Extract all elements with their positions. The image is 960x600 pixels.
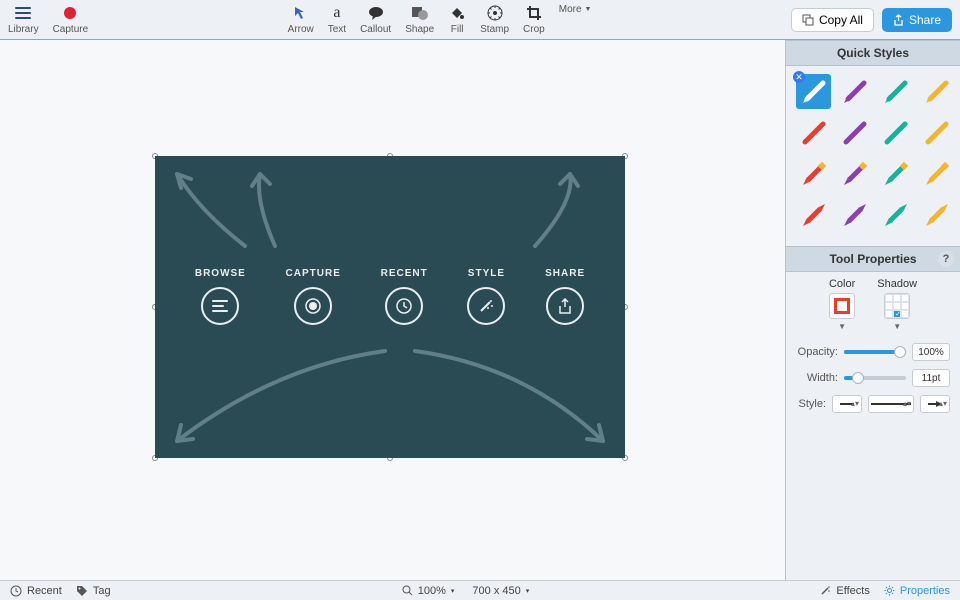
crop-tool[interactable]: Crop [523,4,545,35]
stamp-tool-icon [486,4,504,22]
quick-style-swatch[interactable] [837,115,872,150]
arrow-tool[interactable]: Arrow [288,4,314,35]
text-tool[interactable]: a Text [328,4,346,35]
quick-style-swatch[interactable] [878,156,913,191]
share-icon [893,14,904,26]
close-icon[interactable]: ✕ [793,71,805,83]
quick-style-swatch[interactable] [837,74,872,109]
tag-icon [76,585,88,597]
shadow-position-picker[interactable] [884,293,910,319]
stamp-tool[interactable]: Stamp [480,4,509,35]
opacity-label: Opacity: [796,346,838,358]
shadow-label: Shadow [877,278,917,290]
wand-icon [820,585,831,596]
feature-style: STYLE [467,268,505,325]
record-icon [61,4,79,22]
quick-style-swatch[interactable] [878,115,913,150]
quick-style-swatch[interactable] [919,74,954,109]
color-label: Color [829,278,855,290]
status-bar: Recent Tag 100%▾ 700 x 450▾ Effects Prop… [0,580,960,600]
crop-tool-icon [525,4,543,22]
chevron-down-icon: ▾ [451,587,455,595]
shape-tool-icon [411,4,429,22]
callout-tool[interactable]: Callout [360,4,391,35]
line-style-select[interactable]: ▴▾ [868,395,914,413]
line-start-select[interactable]: ▴▾ [832,395,862,413]
feature-recent: RECENT [381,268,428,325]
style-label: Style: [796,398,826,410]
quick-style-swatch[interactable] [837,197,872,232]
tool-properties-header: Tool Properties ? [786,246,960,272]
quick-styles-header: Quick Styles [786,40,960,66]
zoom-control[interactable]: 100%▾ [402,585,455,597]
clock-icon [395,297,413,315]
quick-style-swatch[interactable] [796,156,831,191]
capture-button[interactable]: Capture [53,4,89,35]
width-label: Width: [796,372,838,384]
chevron-down-icon: ▼ [838,322,846,331]
shape-tool[interactable]: Shape [405,4,434,35]
quick-style-swatch[interactable]: ✕ [796,74,831,109]
library-label: Library [8,24,39,35]
quick-style-swatch[interactable] [919,115,954,150]
canvas[interactable]: BROWSE CAPTURE RECENT STYLE [0,40,785,580]
quick-style-swatch[interactable] [796,115,831,150]
quick-style-swatch[interactable] [919,156,954,191]
text-tool-icon: a [328,4,346,22]
properties-toggle[interactable]: Properties [884,585,950,597]
callout-tool-icon [367,4,385,22]
chevron-down-icon: ▾ [526,587,530,595]
main-toolbar: Library Capture Arrow a Text Callout [0,0,960,40]
quick-style-swatch[interactable] [878,197,913,232]
quick-style-swatch[interactable] [919,197,954,232]
chevron-down-icon: ▼ [893,322,901,331]
clock-icon [10,585,22,597]
gear-icon [884,585,895,596]
feature-browse: BROWSE [195,268,246,325]
feature-share: SHARE [545,268,585,325]
library-button[interactable]: Library [8,4,39,35]
arrow-tool-icon [292,4,310,22]
chevron-down-icon: ▼ [585,6,592,13]
fill-tool-icon [448,4,466,22]
more-tools[interactable]: More▼ [559,4,592,35]
help-icon[interactable]: ? [938,251,954,267]
share-button[interactable]: Share [882,8,952,32]
opacity-value[interactable]: 100% [912,343,950,361]
color-picker[interactable] [829,293,855,319]
copy-all-button[interactable]: Copy All [791,8,874,32]
effects-toggle[interactable]: Effects [820,585,869,597]
line-end-select[interactable]: ▴▾ [920,395,950,413]
dimensions-display[interactable]: 700 x 450▾ [472,585,529,597]
quick-style-swatch[interactable] [837,156,872,191]
feature-capture: CAPTURE [286,268,341,325]
list-icon [211,299,229,313]
opacity-slider[interactable] [844,350,906,354]
width-value[interactable]: 11pt [912,369,950,387]
fill-tool[interactable]: Fill [448,4,466,35]
record-circle-icon [304,297,322,315]
canvas-image: BROWSE CAPTURE RECENT STYLE [155,156,625,458]
wand-icon [477,297,495,315]
copy-icon [802,14,814,26]
tag-toggle[interactable]: Tag [76,585,111,597]
quick-style-swatch[interactable] [878,74,913,109]
width-slider[interactable] [844,376,906,380]
menu-icon [14,4,32,22]
share-icon [558,298,572,314]
capture-label: Capture [53,24,89,35]
side-panel: Quick Styles ✕ Tool Properties ? Color ▼… [785,40,960,580]
selected-image-frame[interactable]: BROWSE CAPTURE RECENT STYLE [155,156,625,458]
search-icon [402,585,413,596]
quick-style-swatch[interactable] [796,197,831,232]
recent-toggle[interactable]: Recent [10,585,62,597]
quick-styles-grid: ✕ [786,66,960,246]
